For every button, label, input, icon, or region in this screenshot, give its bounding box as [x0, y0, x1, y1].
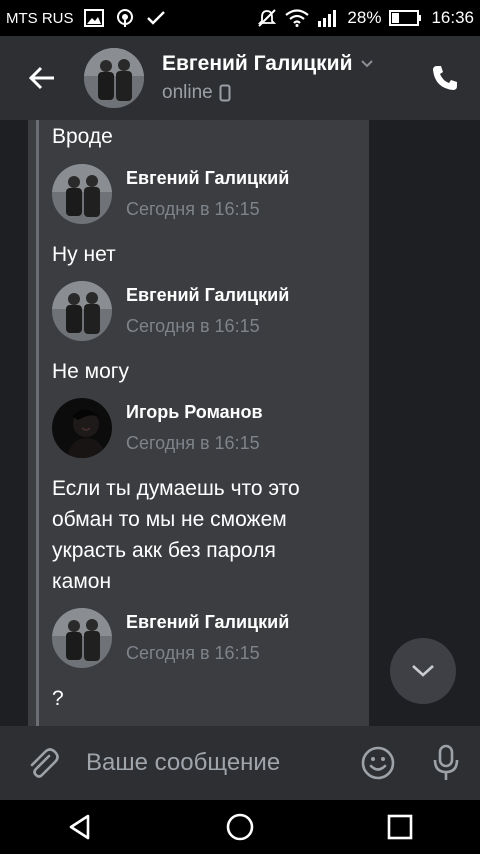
- author-avatar[interactable]: [52, 164, 112, 224]
- signal-icon: [317, 9, 339, 27]
- chevron-down-icon: [412, 665, 434, 677]
- smiley-icon: [361, 746, 395, 780]
- contact-info[interactable]: Евгений Галицкий online: [162, 52, 374, 104]
- message-meta: Евгений Галицкий Сегодня в 16:15: [126, 168, 289, 220]
- message-author[interactable]: Евгений Галицкий: [126, 168, 289, 189]
- author-avatar[interactable]: [52, 608, 112, 668]
- mute-icon: [257, 8, 277, 28]
- mobile-phone-icon: [219, 84, 231, 102]
- back-arrow-icon: [28, 66, 54, 90]
- author-avatar[interactable]: [52, 398, 112, 458]
- author-avatar[interactable]: [52, 281, 112, 341]
- message-text: Если ты думаешь что это обман то мы не с…: [52, 473, 362, 597]
- chat-header: Евгений Галицкий online: [0, 36, 480, 120]
- status-right: 28% 16:36: [257, 8, 474, 28]
- triangle-back-icon: [69, 814, 90, 840]
- contact-avatar[interactable]: [84, 48, 144, 108]
- message-line: камон: [52, 570, 112, 593]
- message-author[interactable]: Игорь Романов: [126, 402, 263, 423]
- photo-two-men-icon: [52, 281, 112, 341]
- phone-icon: [433, 66, 457, 90]
- message-meta: Игорь Романов Сегодня в 16:15: [126, 402, 263, 454]
- message-meta: Евгений Галицкий Сегодня в 16:15: [126, 612, 289, 664]
- square-recents-icon: [387, 814, 413, 840]
- message-input[interactable]: [86, 738, 344, 788]
- message-header: Евгений Галицкий Сегодня в 16:15: [52, 281, 289, 341]
- message-header: Евгений Галицкий Сегодня в 16:15: [52, 608, 289, 668]
- message-text: Не могу: [52, 360, 129, 383]
- contact-status-row: online: [162, 82, 374, 104]
- navigation-bar: [0, 800, 480, 854]
- battery-icon: [389, 9, 423, 27]
- call-button[interactable]: [410, 36, 480, 120]
- paperclip-icon: [30, 748, 59, 778]
- contact-name-row: Евгений Галицкий: [162, 52, 374, 76]
- message-text: ?: [52, 687, 64, 710]
- message-line: украсть акк без пароля: [52, 539, 276, 562]
- message-meta: Евгений Галицкий Сегодня в 16:15: [126, 285, 289, 337]
- photo-two-men-icon: [52, 164, 112, 224]
- forward-line: [36, 120, 39, 726]
- carrier-label: MTS RUS: [6, 9, 74, 27]
- message-composer: [0, 726, 480, 800]
- message-time: Сегодня в 16:15: [126, 433, 260, 453]
- attach-button[interactable]: [0, 726, 84, 800]
- message-text: Вроде: [52, 125, 113, 148]
- nav-back-button[interactable]: [40, 800, 120, 854]
- message-header: Евгений Галицкий Сегодня в 16:15: [52, 164, 289, 224]
- photo-two-men-icon: [52, 608, 112, 668]
- check-icon: [146, 10, 166, 26]
- message-line: Если ты думаешь что это: [52, 477, 300, 500]
- message-time: Сегодня в 16:15: [126, 643, 260, 663]
- emoji-button[interactable]: [344, 726, 412, 800]
- nav-recents-button[interactable]: [360, 800, 440, 854]
- circle-home-icon: [226, 813, 254, 841]
- message-text: Ну нет: [52, 243, 116, 266]
- clock: 16:36: [431, 8, 474, 27]
- microphone-icon: [433, 744, 459, 780]
- contact-status: online: [162, 82, 213, 103]
- scroll-down-button[interactable]: [390, 638, 456, 704]
- photo-dark-portrait-icon: [52, 398, 112, 458]
- chat-area[interactable]: Вроде Евгений Галицкий Сегодня в 16:15 Н…: [0, 120, 480, 726]
- nav-home-button[interactable]: [200, 800, 280, 854]
- battery-percent: 28%: [347, 8, 382, 27]
- wifi-icon: [285, 9, 310, 27]
- photo-two-men-icon: [84, 48, 144, 108]
- message-line: обман то мы не сможем: [52, 508, 287, 531]
- status-left: MTS RUS: [6, 8, 166, 28]
- message-author[interactable]: Евгений Галицкий: [126, 285, 289, 306]
- back-button[interactable]: [0, 36, 84, 120]
- status-bar: MTS RUS 28% 16:36: [0, 0, 480, 36]
- message-header: Игорь Романов Сегодня в 16:15: [52, 398, 263, 458]
- chevron-down-icon: [361, 60, 374, 68]
- message-author[interactable]: Евгений Галицкий: [126, 612, 289, 633]
- contact-name: Евгений Галицкий: [162, 52, 353, 75]
- gallery-icon: [83, 9, 104, 27]
- hotspot-icon: [114, 8, 136, 28]
- message-time: Сегодня в 16:15: [126, 199, 260, 219]
- message-time: Сегодня в 16:15: [126, 316, 260, 336]
- microphone-button[interactable]: [412, 726, 480, 800]
